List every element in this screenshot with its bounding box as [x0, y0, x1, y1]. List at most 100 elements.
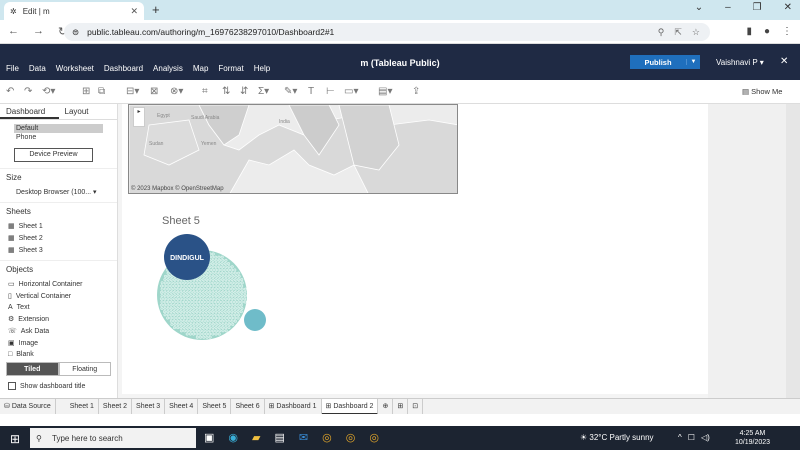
- revert-icon[interactable]: ⟲▾: [42, 86, 55, 97]
- chrome-active-icon[interactable]: ◎: [369, 431, 379, 444]
- tiny-bubble: [167, 287, 171, 291]
- chrome-icon[interactable]: ◎: [322, 431, 332, 444]
- device-default[interactable]: Default: [14, 124, 103, 133]
- fix-axes-icon[interactable]: ⊢: [326, 86, 335, 97]
- tab-list-icon[interactable]: ⌄: [695, 2, 703, 13]
- tab-dashboard-1[interactable]: ⊞ Dashboard 1: [265, 398, 322, 415]
- floating-button[interactable]: Floating: [58, 362, 111, 376]
- object-item[interactable]: ▯ Vertical Container: [0, 290, 117, 302]
- sort-desc-icon[interactable]: ⇵: [240, 86, 248, 97]
- forward-icon[interactable]: →: [33, 25, 44, 38]
- tab-data-source[interactable]: ⛁ Data Source: [0, 398, 56, 415]
- tiny-bubble: [208, 313, 212, 317]
- tiny-bubble: [233, 278, 237, 282]
- device-preview-button[interactable]: Device Preview: [14, 148, 93, 162]
- clock[interactable]: 4:25 AM 10/19/2023: [735, 429, 770, 447]
- object-item[interactable]: ▭ Horizontal Container: [0, 278, 117, 290]
- object-item[interactable]: □ Blank: [0, 349, 117, 360]
- edge-icon[interactable]: ◉: [228, 431, 238, 444]
- secondary-bubble[interactable]: [244, 309, 266, 331]
- browser-tab[interactable]: ✲ Edit | m ✕: [4, 2, 144, 20]
- tab-sheet-1[interactable]: Sheet 1: [66, 398, 99, 415]
- device-phone[interactable]: Phone: [14, 133, 103, 142]
- duplicate-sheet-icon[interactable]: ⧉: [98, 86, 105, 97]
- map-view[interactable]: Egypt Saudi Arabia Sudan Yemen India ▸ ©…: [128, 104, 458, 194]
- packed-bubbles[interactable]: DINDIGUL: [152, 228, 272, 348]
- tab-sheet-5[interactable]: Sheet 5: [198, 398, 232, 415]
- chrome-profile-icon[interactable]: ◎: [346, 431, 356, 444]
- chevron-up-icon[interactable]: ^: [678, 433, 682, 442]
- map-controls[interactable]: ▸: [133, 107, 145, 127]
- labels-icon[interactable]: T: [308, 86, 314, 97]
- group-icon[interactable]: ⌗: [202, 86, 208, 97]
- mail-icon[interactable]: ✉: [299, 431, 308, 444]
- tab-sheet-6[interactable]: Sheet 6: [231, 398, 265, 415]
- close-authoring-icon[interactable]: ✕: [780, 56, 788, 67]
- tiny-bubble: [210, 262, 214, 266]
- object-item[interactable]: ⚙ Extension: [0, 313, 117, 325]
- url-field[interactable]: ⊜ public.tableau.com/authoring/m_1697623…: [64, 23, 710, 41]
- swap-icon[interactable]: ⊠: [150, 86, 158, 97]
- windows-start-icon[interactable]: ⊞: [10, 432, 20, 446]
- store-icon[interactable]: ▤: [274, 431, 284, 444]
- new-tab-button[interactable]: +: [152, 2, 160, 17]
- vertical-scrollbar[interactable]: [786, 104, 800, 398]
- show-title-checkbox[interactable]: [8, 382, 16, 390]
- add-data-icon[interactable]: ⊟▾: [126, 86, 139, 97]
- profile-icon[interactable]: ●: [764, 26, 770, 37]
- new-worksheet-icon[interactable]: ⊕: [378, 398, 394, 415]
- publish-button[interactable]: Publish ▼: [630, 55, 700, 69]
- file-explorer-icon[interactable]: ▰: [252, 431, 260, 444]
- new-story-icon[interactable]: ⊡: [408, 398, 424, 415]
- menu-dots-icon[interactable]: ⋮: [782, 26, 792, 37]
- redo-icon[interactable]: ↷: [24, 86, 32, 97]
- undo-icon[interactable]: ↶: [6, 86, 14, 97]
- sidebar-icon[interactable]: ▮: [746, 26, 752, 37]
- object-item[interactable]: ▣ Image: [0, 337, 117, 349]
- sheet-item[interactable]: ▦ Sheet 2: [0, 232, 117, 244]
- minimize-icon[interactable]: –: [725, 2, 731, 13]
- chevron-down-icon[interactable]: ▼: [686, 59, 700, 65]
- sort-asc-icon[interactable]: ⇅: [222, 86, 230, 97]
- tiny-bubble: [208, 306, 212, 310]
- weather-widget[interactable]: ☀ 32°C Partly sunny: [580, 433, 654, 442]
- tiny-bubble: [163, 313, 167, 317]
- object-item[interactable]: ☏ Ask Data: [0, 325, 117, 337]
- totals-icon[interactable]: Σ▾: [258, 86, 269, 97]
- taskbar-search-field[interactable]: ⚲ Type here to search: [30, 428, 196, 448]
- tab-sheet-2[interactable]: Sheet 2: [99, 398, 133, 415]
- network-icon[interactable]: ☐: [688, 433, 695, 442]
- new-sheet-icon[interactable]: ⊞: [82, 86, 90, 97]
- tab-dashboard-2[interactable]: ⊞ Dashboard 2: [321, 398, 379, 415]
- close-tab-icon[interactable]: ✕: [130, 6, 138, 17]
- tab-layout[interactable]: Layout: [59, 104, 118, 119]
- share-workbook-icon[interactable]: ⇪: [412, 86, 420, 97]
- share-icon[interactable]: ⇱: [674, 27, 682, 38]
- volume-icon[interactable]: ◁): [701, 433, 710, 442]
- object-item[interactable]: A Text: [0, 302, 117, 313]
- user-menu[interactable]: Vaishnavi P ▾: [716, 58, 764, 67]
- bookmark-star-icon[interactable]: ☆: [692, 27, 700, 38]
- show-me-button[interactable]: ▤ Show Me: [742, 87, 782, 96]
- highlight-icon[interactable]: ✎▾: [284, 86, 297, 97]
- task-view-icon[interactable]: ▣: [204, 431, 214, 444]
- tab-dashboard[interactable]: Dashboard: [0, 104, 59, 119]
- tab-sheet-4[interactable]: Sheet 4: [165, 398, 199, 415]
- play-icon[interactable]: ▸: [137, 109, 140, 115]
- fit-icon[interactable]: ▭▾: [344, 86, 358, 97]
- clear-sheet-icon[interactable]: ⊗▾: [170, 86, 183, 97]
- size-dropdown[interactable]: Desktop Browser (100... ▾: [0, 186, 117, 198]
- presentation-icon[interactable]: ▤▾: [378, 86, 392, 97]
- restore-icon[interactable]: ❐: [753, 2, 762, 13]
- search-icon[interactable]: ⚲: [658, 27, 665, 38]
- site-info-icon[interactable]: ⊜: [72, 27, 79, 38]
- sheet-item[interactable]: ▦ Sheet 3: [0, 244, 117, 256]
- close-window-icon[interactable]: ✕: [784, 2, 792, 13]
- tab-sheet-3[interactable]: Sheet 3: [132, 398, 166, 415]
- tiled-button[interactable]: Tiled: [6, 362, 59, 376]
- tiny-bubble: [211, 332, 215, 336]
- sheet-item[interactable]: ▦ Sheet 1: [0, 220, 117, 232]
- new-dashboard-icon[interactable]: ⊞: [393, 398, 409, 415]
- back-icon[interactable]: ←: [8, 25, 19, 38]
- show-title-option[interactable]: Show dashboard title: [0, 378, 117, 394]
